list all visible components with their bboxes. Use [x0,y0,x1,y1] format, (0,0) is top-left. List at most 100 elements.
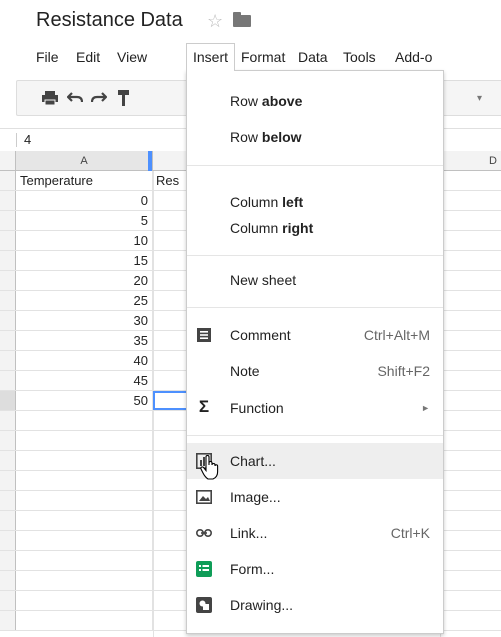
cell-a[interactable] [16,451,153,470]
link-icon [196,529,212,538]
menu-addons[interactable]: Add-o [389,44,438,70]
cell-a[interactable] [16,431,153,450]
row-header[interactable] [0,271,16,290]
row-header[interactable] [0,551,16,570]
menu-item-new-sheet[interactable]: New sheet [187,264,443,296]
menu-separator [187,165,443,166]
menu-item-row-above[interactable]: Row above [187,85,443,117]
cell-a[interactable]: 10 [16,231,153,250]
row-header[interactable] [0,171,16,190]
menu-format[interactable]: Format [235,44,291,70]
row-header[interactable] [0,531,16,550]
menu-item-link[interactable]: Link... Ctrl+K [187,517,443,549]
folder-icon[interactable] [233,12,251,27]
row-header[interactable] [0,511,16,530]
row-header[interactable] [0,211,16,230]
cell-a[interactable] [16,511,153,530]
menu-bar: File Edit View Insert Format Data Tools … [0,43,501,71]
row-header[interactable] [0,411,16,430]
row-header[interactable] [0,311,16,330]
menu-file[interactable]: File [30,44,65,70]
column-resize-handle[interactable] [148,151,152,171]
form-icon [196,561,212,577]
cell-a[interactable] [16,491,153,510]
row-header[interactable] [0,391,16,410]
column-header-d[interactable]: D [440,151,501,171]
cell-a[interactable]: 50 [16,391,153,410]
menu-item-form[interactable]: Form... [187,553,443,585]
print-icon[interactable] [41,90,59,106]
row-header[interactable] [0,371,16,390]
menu-item-label: Chart... [230,453,276,469]
menu-item-label: Row [230,93,262,109]
menu-view[interactable]: View [111,44,153,70]
cell-a[interactable] [16,411,153,430]
menu-item-note[interactable]: Note Shift+F2 [187,355,443,387]
image-icon [196,489,212,504]
cell-a[interactable] [16,611,153,630]
menu-separator [187,255,443,256]
row-header[interactable] [0,331,16,350]
menu-data[interactable]: Data [292,44,334,70]
menu-item-label: Form... [230,561,275,577]
sigma-icon: Σ [198,397,210,416]
row-header[interactable] [0,571,16,590]
menu-insert[interactable]: Insert [186,43,236,71]
row-header[interactable] [0,191,16,210]
row-header[interactable] [0,451,16,470]
row-header[interactable] [0,291,16,310]
cell-a[interactable]: 40 [16,351,153,370]
redo-icon[interactable] [91,91,107,105]
menu-item-function[interactable]: Σ Function ► [187,392,443,424]
row-header[interactable] [0,491,16,510]
column-header-a[interactable]: A [16,151,153,171]
menu-item-row-below[interactable]: Row below [187,121,443,153]
menu-item-label-bold: right [282,220,314,236]
menu-item-label: Function [230,400,284,416]
undo-icon[interactable] [67,91,83,105]
menu-edit[interactable]: Edit [70,44,106,70]
drawing-icon [196,597,212,613]
menu-item-label: Column [230,194,283,210]
cell-a[interactable]: 35 [16,331,153,350]
menu-item-comment[interactable]: Comment Ctrl+Alt+M [187,319,443,351]
row-header[interactable] [0,471,16,490]
menu-item-shortcut: Ctrl+K [390,525,430,541]
cell-a[interactable]: 15 [16,251,153,270]
paint-format-icon[interactable] [117,89,131,107]
cell-a1[interactable]: Temperature [16,171,153,190]
document-title[interactable]: Resistance Data [36,9,183,32]
select-all-corner[interactable] [0,151,16,171]
cell-a[interactable]: 5 [16,211,153,230]
selected-cell[interactable] [153,391,189,410]
row-header[interactable] [0,591,16,610]
row-header[interactable] [0,251,16,270]
menu-item-chart[interactable]: Chart... [187,443,443,479]
cell-a[interactable] [16,591,153,610]
row-header[interactable] [0,351,16,370]
formula-bar-value[interactable]: 4 [24,132,31,147]
menu-item-image[interactable]: Image... [187,481,443,513]
cell-a[interactable] [16,471,153,490]
cell-a[interactable]: 0 [16,191,153,210]
cell-a[interactable]: 20 [16,271,153,290]
insert-menu: Row above Row below Column left Column r… [186,70,444,634]
hand-cursor-icon [200,455,219,480]
cell-a[interactable] [16,571,153,590]
menu-item-label: Link... [230,525,268,541]
menu-item-shortcut: Ctrl+Alt+M [363,327,430,343]
menu-item-drawing[interactable]: Drawing... [187,589,443,621]
row-header[interactable] [0,431,16,450]
cell-a[interactable] [16,531,153,550]
row-header[interactable] [0,231,16,250]
cell-a[interactable]: 45 [16,371,153,390]
toolbar-more-icon[interactable]: ▾ [477,93,482,104]
cell-a[interactable]: 30 [16,311,153,330]
menu-tools[interactable]: Tools [337,44,382,70]
menu-item-column-right[interactable]: Column right [187,212,443,244]
row-header[interactable] [0,611,16,630]
menu-item-label-bold: below [261,129,302,145]
cell-a[interactable] [16,551,153,570]
cell-a[interactable]: 25 [16,291,153,310]
star-icon[interactable]: ☆ [207,11,223,32]
